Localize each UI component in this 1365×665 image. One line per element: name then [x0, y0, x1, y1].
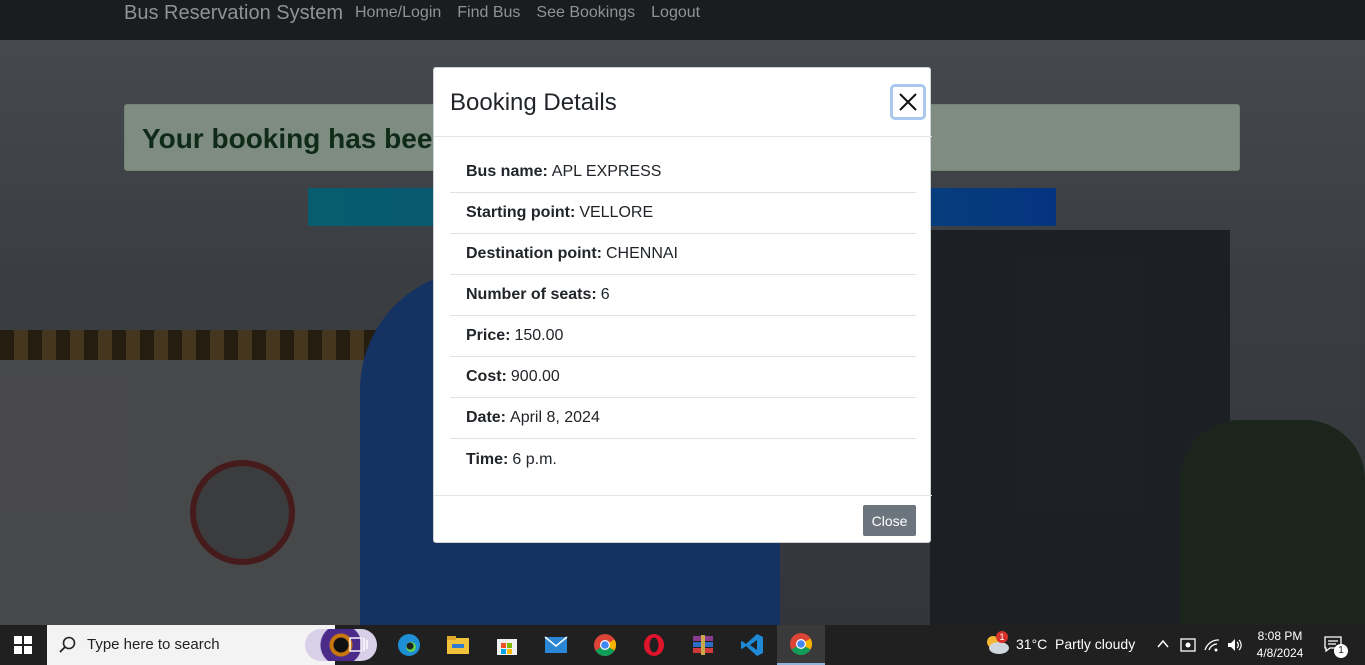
clock-time: 8:08 PM: [1257, 629, 1303, 643]
wifi-icon[interactable]: [1204, 638, 1220, 652]
search-icon: [59, 636, 76, 653]
task-view-icon[interactable]: [335, 625, 383, 665]
volume-icon[interactable]: [1227, 637, 1243, 653]
meet-now-icon[interactable]: [1180, 637, 1196, 653]
modal-body: Bus name: APL EXPRESS Starting point: VE…: [450, 152, 916, 480]
detail-value: APL EXPRESS: [551, 163, 662, 180]
modal-footer: Close: [434, 495, 932, 544]
vscode-icon[interactable]: [728, 625, 776, 665]
detail-value: 6: [600, 286, 610, 303]
opera-icon[interactable]: [630, 625, 678, 665]
modal-close-button[interactable]: Close: [863, 505, 916, 536]
nav-home-login[interactable]: Home/Login: [355, 4, 441, 22]
nav-see-bookings[interactable]: See Bookings: [536, 4, 635, 22]
nav-find-bus[interactable]: Find Bus: [457, 4, 520, 22]
chrome-active-icon[interactable]: [777, 625, 825, 665]
detail-date: Date: April 8, 2024: [450, 398, 916, 439]
modal-title: Booking Details: [450, 89, 617, 116]
booking-details-modal: Booking Details Bus name: APL EXPRESS St…: [433, 67, 932, 544]
detail-time: Time: 6 p.m.: [450, 439, 916, 480]
windows-taskbar: Type here to search 1 31°C Partly cloudy: [0, 625, 1365, 665]
detail-value: VELLORE: [579, 204, 654, 221]
detail-label: Number of seats:: [466, 286, 597, 303]
detail-number-of-seats: Number of seats: 6: [450, 275, 916, 316]
detail-bus-name: Bus name: APL EXPRESS: [450, 152, 916, 193]
store-icon[interactable]: [483, 625, 531, 665]
detail-value: April 8, 2024: [510, 409, 600, 426]
detail-starting-point: Starting point: VELLORE: [450, 193, 916, 234]
start-button[interactable]: [0, 625, 46, 665]
taskbar-search-box[interactable]: Type here to search: [47, 625, 377, 665]
detail-destination-point: Destination point: CHENNAI: [450, 234, 916, 275]
notification-center[interactable]: 1: [1320, 625, 1365, 665]
nav-links: Home/Login Find Bus See Bookings Logout: [355, 4, 700, 22]
detail-value: 900.00: [510, 368, 560, 385]
detail-value: 150.00: [514, 327, 564, 344]
windows-logo-icon: [14, 636, 32, 654]
mail-icon[interactable]: [532, 625, 580, 665]
nav-logout[interactable]: Logout: [651, 4, 700, 22]
detail-value: 6 p.m.: [512, 450, 557, 468]
detail-label: Starting point:: [466, 204, 576, 221]
weather-text: 31°C Partly cloudy: [1016, 636, 1136, 652]
detail-label: Date:: [466, 409, 507, 426]
search-placeholder: Type here to search: [87, 636, 220, 653]
detail-label: Price:: [466, 327, 511, 344]
system-clock[interactable]: 8:08 PM 4/8/2024: [1250, 628, 1310, 662]
close-icon: [899, 93, 917, 111]
weather-badge: 1: [996, 631, 1008, 643]
detail-label: Bus name:: [466, 163, 548, 180]
chevron-up-icon[interactable]: [1157, 639, 1169, 649]
file-explorer-icon[interactable]: [434, 625, 482, 665]
chrome-icon[interactable]: [581, 625, 629, 665]
clock-date: 4/8/2024: [1256, 646, 1304, 660]
notification-count: 1: [1334, 644, 1348, 658]
winrar-icon[interactable]: [679, 625, 727, 665]
edge-icon[interactable]: [385, 625, 433, 665]
modal-header: Booking Details: [434, 68, 932, 137]
weather-widget[interactable]: 1 31°C Partly cloudy: [982, 625, 1142, 665]
detail-cost: Cost: 900.00: [450, 357, 916, 398]
detail-price: Price: 150.00: [450, 316, 916, 357]
brand-title[interactable]: Bus Reservation System: [124, 2, 343, 25]
detail-label: Cost:: [466, 368, 507, 385]
detail-label: Destination point:: [466, 245, 602, 262]
detail-label: Time:: [466, 450, 509, 468]
modal-close-x-button[interactable]: [890, 84, 926, 120]
detail-value: CHENNAI: [605, 245, 678, 262]
top-navbar: Bus Reservation System Home/Login Find B…: [0, 0, 1365, 40]
